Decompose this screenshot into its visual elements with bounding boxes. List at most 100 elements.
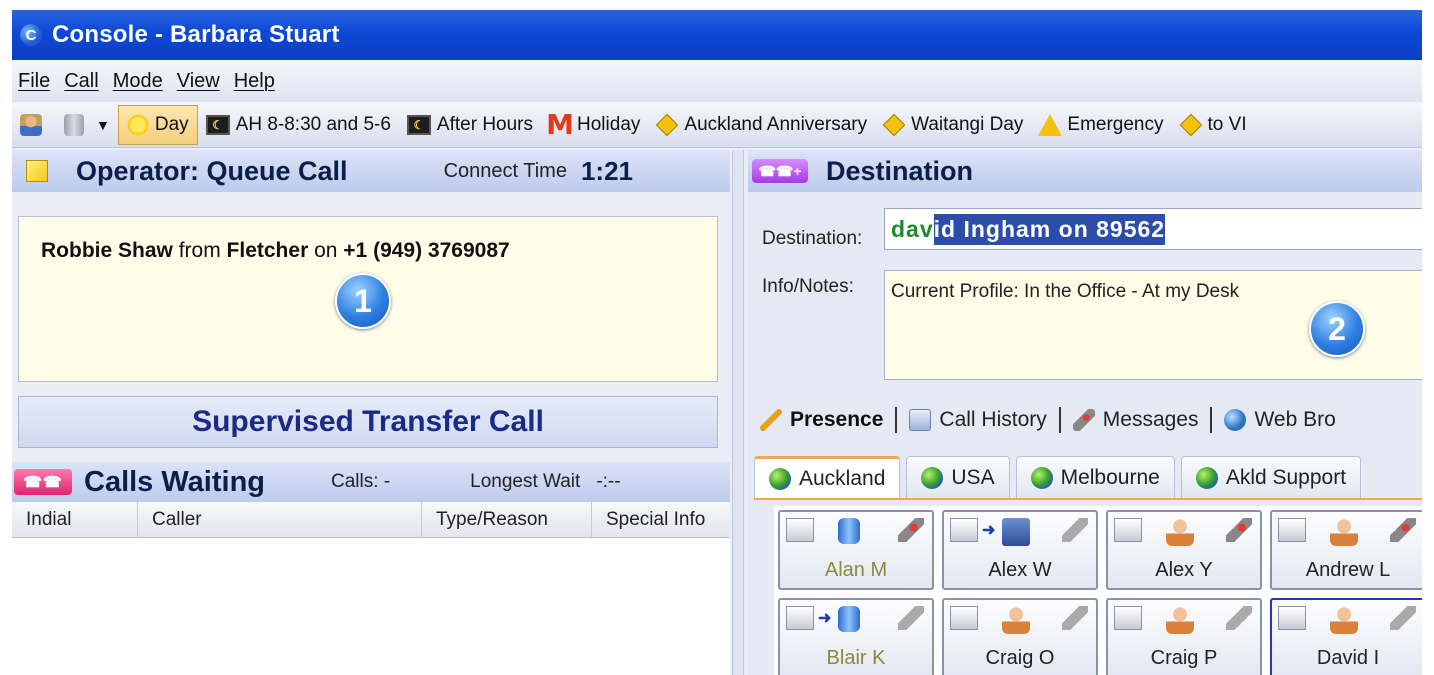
operator-status-button[interactable] <box>12 105 56 145</box>
person-name: Alan M <box>824 559 888 581</box>
tab-akld-support[interactable]: Akld Support <box>1180 456 1362 498</box>
person-tile[interactable]: ➜ Alex W <box>942 510 1098 590</box>
column-special-info[interactable]: Special Info <box>592 502 730 537</box>
database-clock-icon <box>838 518 860 544</box>
mode-waitangi-day-button[interactable]: Waitangi Day <box>875 105 1031 145</box>
dial-button[interactable] <box>786 518 814 542</box>
menu-mode[interactable]: Mode <box>113 70 163 93</box>
mode-label: to VI <box>1207 113 1247 135</box>
diamond-icon <box>1179 113 1202 136</box>
phone-idle-icon <box>898 606 924 630</box>
person-tile-selected[interactable]: David I <box>1270 598 1422 675</box>
tab-label: Auckland <box>799 466 886 490</box>
destination-icon: ☎☎+ <box>752 159 808 183</box>
tab-presence[interactable]: Presence <box>748 408 895 432</box>
phone-busy-icon <box>1390 518 1416 542</box>
mode-emergency-button[interactable]: Emergency <box>1031 105 1171 145</box>
column-indial[interactable]: Indial <box>12 502 138 537</box>
mode-label: After Hours <box>436 113 534 135</box>
phone-busy-icon <box>1226 518 1252 542</box>
menu-view[interactable]: View <box>177 70 220 93</box>
phone-idle-icon <box>1062 606 1088 630</box>
dial-button[interactable] <box>950 518 978 542</box>
tab-auckland[interactable]: Auckland <box>754 456 901 498</box>
supervised-transfer-button[interactable]: Supervised Transfer Call <box>18 396 718 448</box>
destination-header: ☎☎+ Destination <box>748 150 1422 192</box>
tab-label: Presence <box>790 408 884 431</box>
arrow-right-icon: ➜ <box>982 522 996 539</box>
tab-label: Melbourne <box>1060 465 1160 489</box>
person-name: Alex Y <box>1155 559 1213 581</box>
person-icon <box>1166 518 1194 546</box>
database-dropdown-button[interactable]: ▼ <box>56 105 118 145</box>
tab-melbourne[interactable]: Melbourne <box>1015 456 1175 498</box>
tab-label: Akld Support <box>1225 465 1347 489</box>
menu-file[interactable]: File <box>18 70 50 93</box>
chevron-down-icon: ▼ <box>96 116 110 133</box>
person-icon <box>1330 518 1358 546</box>
destination-label: Destination: <box>762 228 863 249</box>
mode-to-vi-button[interactable]: to VI <box>1172 105 1255 145</box>
column-type-reason[interactable]: Type/Reason <box>422 502 592 537</box>
dial-button[interactable] <box>786 606 814 630</box>
dial-button[interactable] <box>1114 606 1142 630</box>
tab-label: USA <box>951 465 995 489</box>
location-tabs: Auckland USA Melbourne Akld Support <box>754 456 1422 500</box>
column-caller[interactable]: Caller <box>138 502 422 537</box>
calls-waiting-icon: ☎☎ <box>14 469 72 495</box>
mode-auckland-anniversary-button[interactable]: Auckland Anniversary <box>648 105 875 145</box>
person-tile[interactable]: Alex Y <box>1106 510 1262 590</box>
longest-wait-label: Longest Wait <box>470 471 581 492</box>
mode-ah-button[interactable]: ☾ AH 8-8:30 and 5-6 <box>198 105 399 145</box>
globe-icon <box>769 467 791 490</box>
notes-field[interactable]: Current Profile: In the Office - At my D… <box>884 270 1422 380</box>
dial-button[interactable] <box>1278 518 1306 542</box>
operator-header: Operator: Queue Call Connect Time 1:21 <box>12 150 730 192</box>
lightning-icon <box>760 409 782 431</box>
presence-tiles: Alan M ➜ Alex W Alex Y Andrew L ➜ Blair … <box>774 506 1422 675</box>
person-tile[interactable]: Andrew L <box>1270 510 1422 590</box>
meeting-icon <box>1002 518 1030 546</box>
calls-waiting-title: Calls Waiting <box>84 465 265 498</box>
person-name: Craig P <box>1150 647 1218 669</box>
person-name: Andrew L <box>1305 559 1391 581</box>
destination-pane: ☎☎+ Destination Destination: dav id Ingha… <box>748 150 1422 675</box>
tab-call-history[interactable]: Call History <box>897 408 1058 432</box>
mode-label: Auckland Anniversary <box>684 113 868 135</box>
mode-holiday-button[interactable]: M Holiday <box>541 105 648 145</box>
app-logo-icon: C <box>20 24 42 46</box>
tab-usa[interactable]: USA <box>906 456 1010 498</box>
menu-help[interactable]: Help <box>234 70 275 93</box>
calls-count: Calls: - <box>331 471 391 492</box>
dial-button[interactable] <box>950 606 978 630</box>
person-tile[interactable]: Craig O <box>942 598 1098 675</box>
person-tile[interactable]: ➜ Blair K <box>778 598 934 675</box>
note-icon <box>26 160 48 182</box>
person-tile[interactable]: Craig P <box>1106 598 1262 675</box>
calls-table-header: Indial Caller Type/Reason Special Info <box>12 502 730 538</box>
calls-waiting-header: ☎☎ Calls Waiting Calls: - Longest Wait -… <box>12 462 730 502</box>
mode-toolbar: ▼ Day ☾ AH 8-8:30 and 5-6 ☾ After Hours … <box>12 102 1422 148</box>
mode-label: Holiday <box>577 113 641 135</box>
mode-label: Day <box>154 113 189 135</box>
dial-button[interactable] <box>1114 518 1142 542</box>
pane-splitter[interactable] <box>732 150 744 675</box>
phone-idle-icon <box>1226 606 1252 630</box>
dial-button[interactable] <box>1278 606 1306 630</box>
diamond-icon <box>656 113 679 136</box>
database-icon <box>838 606 860 632</box>
operator-pane: Operator: Queue Call Connect Time 1:21 R… <box>12 150 730 675</box>
tab-label: Messages <box>1102 408 1199 431</box>
sun-icon <box>126 113 149 136</box>
database-icon <box>64 113 84 136</box>
panel-tabs: Presence Call History Messages Web Bro <box>748 396 1422 444</box>
notes-label: Info/Notes: <box>762 276 854 297</box>
destination-input[interactable]: dav id Ingham on 89562 <box>884 208 1422 250</box>
tab-web-browser[interactable]: Web Bro <box>1212 408 1347 432</box>
mode-after-hours-button[interactable]: ☾ After Hours <box>399 105 541 145</box>
mode-day-button[interactable]: Day <box>117 104 198 145</box>
tab-messages[interactable]: Messages <box>1061 408 1211 432</box>
menu-call[interactable]: Call <box>64 70 98 93</box>
person-tile[interactable]: Alan M <box>778 510 934 590</box>
caller-info-box: Robbie Shaw from Fletcher on +1 (949) 37… <box>18 216 718 382</box>
